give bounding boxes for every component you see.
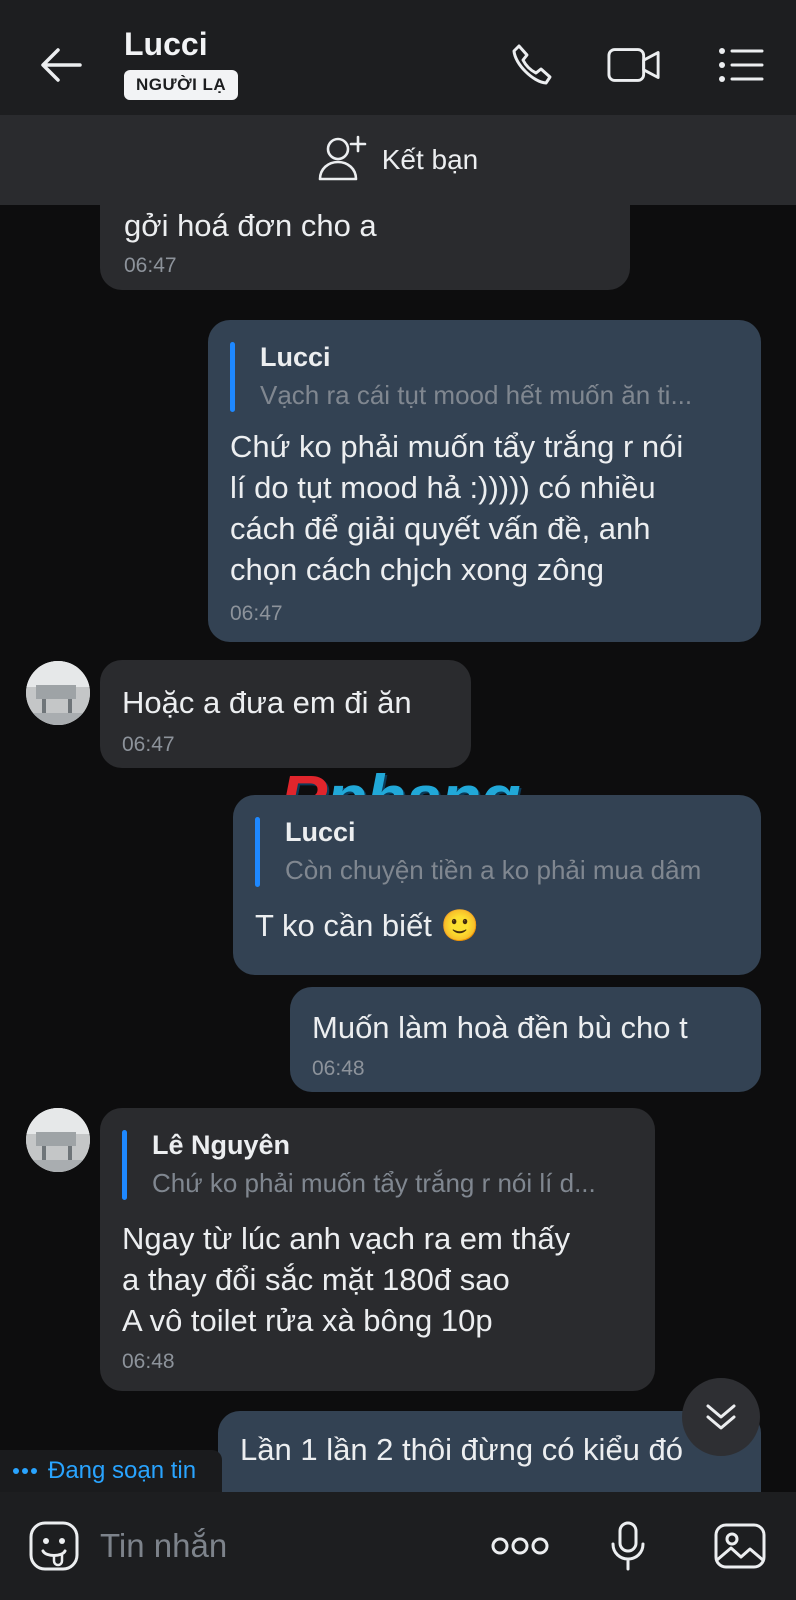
message-bubble-outgoing[interactable]: Muốn làm hoà đền bù cho t 06:48 (290, 987, 761, 1092)
back-arrow-icon[interactable] (36, 40, 86, 90)
typing-dots-icon (13, 1468, 37, 1474)
sticker-emoji-icon[interactable] (26, 1518, 82, 1574)
quote-author: Lucci (260, 342, 331, 372)
message-text: gởi hoá đơn cho a (124, 208, 377, 243)
message-text: Hoặc a đưa em đi ăn (122, 685, 412, 720)
quote-text: Vạch ra cái tụt mood hết muốn ăn ti... (260, 380, 693, 410)
message-input[interactable] (100, 1522, 460, 1570)
video-call-icon[interactable] (607, 38, 661, 92)
message-text: Muốn làm hoà đền bù cho t (312, 1010, 688, 1045)
stranger-badge: NGƯỜI LẠ (124, 70, 239, 100)
message-bubble-incoming[interactable]: gởi hoá đơn cho a 06:47 (100, 205, 630, 290)
quote-text: Chứ ko phải muốn tẩy trắng r nói lí d... (152, 1168, 596, 1198)
message-input-bar (0, 1492, 796, 1600)
menu-list-icon[interactable] (714, 38, 768, 92)
message-text: Ngay từ lúc anh vạch ra em thấy a thay đ… (122, 1221, 571, 1338)
message-time: 06:48 (312, 1057, 365, 1080)
message-text: Chứ ko phải muốn tẩy trắng r nói lí do t… (230, 429, 684, 587)
scroll-to-bottom-button[interactable] (682, 1378, 760, 1456)
double-chevron-down-icon (706, 1404, 736, 1430)
message-time: 06:47 (122, 733, 175, 756)
add-friend-bar[interactable]: Kết bạn (0, 115, 796, 205)
message-bubble-outgoing[interactable]: Lucci Còn chuyện tiền a ko phải mua dâm … (233, 795, 761, 975)
quote-bar (255, 817, 260, 887)
quote-author: Lucci (285, 817, 356, 847)
chat-header: Lucci NGƯỜI LẠ (0, 0, 796, 115)
message-bubble-incoming[interactable]: Hoặc a đưa em đi ăn 06:47 (100, 660, 471, 768)
phone-call-icon[interactable] (505, 38, 559, 92)
message-time: 06:47 (230, 602, 283, 625)
typing-indicator: Đang soạn tin (0, 1450, 222, 1492)
add-user-icon (318, 135, 368, 186)
message-bubble-outgoing[interactable]: Lần 1 lần 2 thôi đừng có kiểu đó (218, 1411, 761, 1492)
message-text: T ko cần biết 🙂 (255, 908, 480, 943)
more-options-icon[interactable] (490, 1518, 550, 1574)
message-bubble-incoming[interactable]: Lê Nguyên Chứ ko phải muốn tẩy trắng r n… (100, 1108, 655, 1391)
message-time: 06:47 (124, 254, 177, 277)
microphone-icon[interactable] (600, 1518, 656, 1574)
add-friend-label[interactable]: Kết bạn (382, 144, 479, 176)
quote-text: Còn chuyện tiền a ko phải mua dâm (285, 855, 702, 885)
quote-author: Lê Nguyên (152, 1130, 291, 1160)
message-bubble-outgoing[interactable]: Lucci Vạch ra cái tụt mood hết muốn ăn t… (208, 320, 761, 642)
contact-name[interactable]: Lucci (124, 26, 208, 63)
quote-bar (122, 1130, 127, 1200)
image-gallery-icon[interactable] (712, 1518, 768, 1574)
avatar[interactable] (26, 1108, 90, 1172)
message-time: 06:48 (122, 1350, 175, 1373)
typing-label: Đang soạn tin (48, 1457, 197, 1484)
chat-area[interactable]: gởi hoá đơn cho a 06:47 Lucci Vạch ra cá… (0, 205, 796, 1492)
quote-bar (230, 342, 235, 412)
avatar[interactable] (26, 661, 90, 725)
message-text: Lần 1 lần 2 thôi đừng có kiểu đó (240, 1432, 684, 1467)
